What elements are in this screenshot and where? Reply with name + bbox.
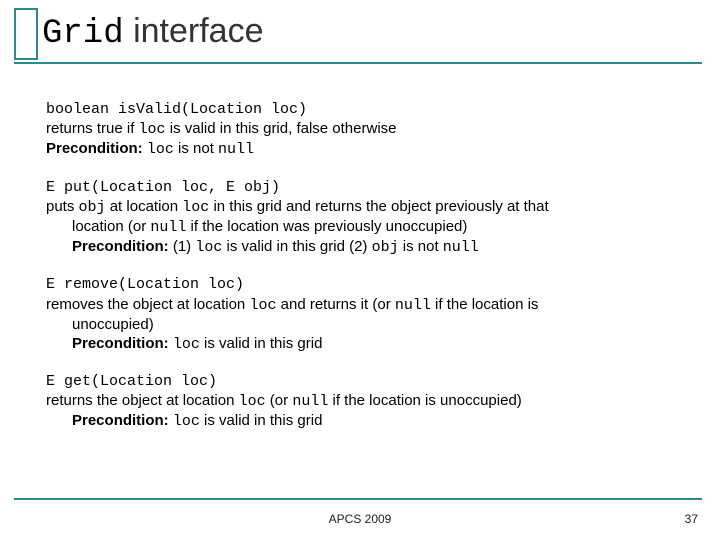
method-signature: E remove(Location loc) [46,275,700,294]
title-code: Grid [42,15,124,53]
method-get: E get(Location loc) returns the object a… [46,372,700,432]
code-inline: null [292,393,328,410]
slide-title: Grid interface [42,12,263,53]
code-inline: loc [239,393,266,410]
code-inline: null [150,219,186,236]
method-precondition: Precondition: (1) loc is valid in this g… [46,237,700,257]
text: in this grid and returns the object prev… [209,198,548,215]
method-signature: boolean isValid(Location loc) [46,100,700,119]
text: returns the object at location [46,392,239,409]
method-put: E put(Location loc, E obj) puts obj at l… [46,178,700,258]
code-inline: loc [182,199,209,216]
code-inline: loc [147,141,174,158]
text: and returns it (or [276,296,394,313]
text: (or [266,392,293,409]
method-remove: E remove(Location loc) removes the objec… [46,275,700,354]
text: is not [399,238,443,255]
code-inline: loc [173,413,200,430]
title-accent-box [14,8,38,60]
code-inline: loc [139,121,166,138]
method-isvalid: boolean isValid(Location loc) returns tr… [46,100,700,160]
text: puts [46,198,79,215]
text: is valid in this grid, false otherwise [166,120,397,137]
precondition-label: Precondition: [72,238,173,255]
method-description: returns true if loc is valid in this gri… [46,119,700,139]
method-description-line2: location (or null if the location was pr… [46,217,700,237]
slide: Grid interface boolean isValid(Location … [0,0,720,540]
text: (1) [173,238,196,255]
text: is valid in this grid (2) [222,238,371,255]
method-description: puts obj at location loc in this grid an… [46,197,700,217]
text: at location [106,198,183,215]
text: is valid in this grid [200,335,323,352]
text: returns true if [46,120,139,137]
method-precondition: Precondition: loc is valid in this grid [46,334,700,354]
method-description: removes the object at location loc and r… [46,295,700,315]
slide-body: boolean isValid(Location loc) returns tr… [46,100,700,450]
method-precondition: Precondition: loc is not null [46,139,700,159]
code-inline: null [443,239,479,256]
code-inline: obj [372,239,399,256]
text: if the location is unoccupied) [328,392,521,409]
method-description: returns the object at location loc (or n… [46,391,700,411]
text: is valid in this grid [200,412,323,429]
precondition-label: Precondition: [46,140,147,157]
text: if the location is [431,296,539,313]
text: if the location was previously unoccupie… [186,218,467,235]
footer-text: APCS 2009 [0,512,720,526]
method-signature: E put(Location loc, E obj) [46,178,700,197]
method-signature: E get(Location loc) [46,372,700,391]
code-inline: null [218,141,254,158]
method-precondition: Precondition: loc is valid in this grid [46,411,700,431]
code-inline: obj [79,199,106,216]
text: removes the object at location [46,296,249,313]
footer-rule [14,498,702,500]
precondition-label: Precondition: [72,412,173,429]
title-underline [14,62,702,64]
code-inline: null [395,297,431,314]
text: location (or [72,218,150,235]
code-inline: loc [249,297,276,314]
code-inline: loc [173,336,200,353]
text: is not [174,140,218,157]
page-number: 37 [685,512,698,526]
title-rest: interface [124,12,264,50]
precondition-label: Precondition: [72,335,173,352]
method-description-line2: unoccupied) [46,315,700,334]
code-inline: loc [195,239,222,256]
